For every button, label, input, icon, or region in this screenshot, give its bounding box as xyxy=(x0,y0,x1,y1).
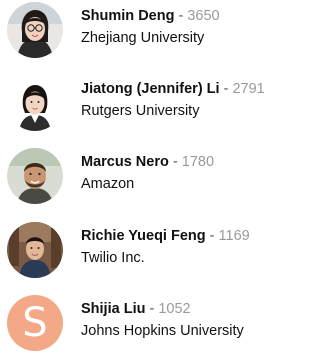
user-organization: Johns Hopkins University xyxy=(81,323,244,339)
avatar[interactable] xyxy=(7,222,63,278)
user-info: Marcus Nero - 1780 Amazon xyxy=(81,153,310,193)
user-heading: Shumin Deng - 3650 xyxy=(81,7,310,25)
user-name[interactable]: Marcus Nero xyxy=(81,154,169,170)
avatar[interactable] xyxy=(7,148,63,204)
user-organization: Rutgers University xyxy=(81,103,200,119)
user-score: 1052 xyxy=(158,301,191,317)
list-item[interactable]: Marcus Nero - 1780 Amazon xyxy=(0,148,310,212)
user-score: 1780 xyxy=(181,154,215,170)
user-heading: Richie Yueqi Feng - 1169 xyxy=(81,227,310,245)
user-name[interactable]: Richie Yueqi Feng xyxy=(81,228,206,244)
user-info: Richie Yueqi Feng - 1169 Twilio Inc. xyxy=(81,227,310,267)
list-item[interactable]: Richie Yueqi Feng - 1169 Twilio Inc. xyxy=(0,222,310,286)
separator: - xyxy=(172,154,178,170)
separator: - xyxy=(209,228,215,244)
list-item[interactable]: Jiatong (Jennifer) Li - 2791 Rutgers Uni… xyxy=(0,75,310,139)
user-heading: Shijia Liu - 1052 xyxy=(81,300,310,318)
user-name[interactable]: Shumin Deng xyxy=(81,8,174,24)
user-organization: Amazon xyxy=(81,176,135,192)
separator: - xyxy=(223,81,229,97)
user-info: Jiatong (Jennifer) Li - 2791 Rutgers Uni… xyxy=(81,80,310,120)
separator: - xyxy=(149,301,155,317)
separator: - xyxy=(178,8,184,24)
user-organization: Twilio Inc. xyxy=(81,250,145,266)
list-item[interactable]: S Shijia Liu - 1052 Johns Hopkins Univer… xyxy=(0,295,310,359)
user-info: Shijia Liu - 1052 Johns Hopkins Universi… xyxy=(81,300,310,340)
user-score: 3650 xyxy=(187,8,220,24)
user-heading: Marcus Nero - 1780 xyxy=(81,153,310,171)
list-item[interactable]: Shumin Deng - 3650 Zhejiang University xyxy=(0,2,310,66)
user-list: Shumin Deng - 3650 Zhejiang University J… xyxy=(0,0,310,356)
user-organization: Zhejiang University xyxy=(81,30,205,46)
user-name[interactable]: Shijia Liu xyxy=(81,301,145,317)
user-heading: Jiatong (Jennifer) Li - 2791 xyxy=(81,80,310,98)
avatar[interactable]: S xyxy=(7,295,63,351)
user-name[interactable]: Jiatong (Jennifer) Li xyxy=(81,81,220,97)
user-score: 1169 xyxy=(218,228,250,244)
avatar[interactable] xyxy=(7,2,63,58)
user-score: 2791 xyxy=(232,81,265,97)
user-info: Shumin Deng - 3650 Zhejiang University xyxy=(81,7,310,47)
avatar[interactable] xyxy=(7,75,63,131)
